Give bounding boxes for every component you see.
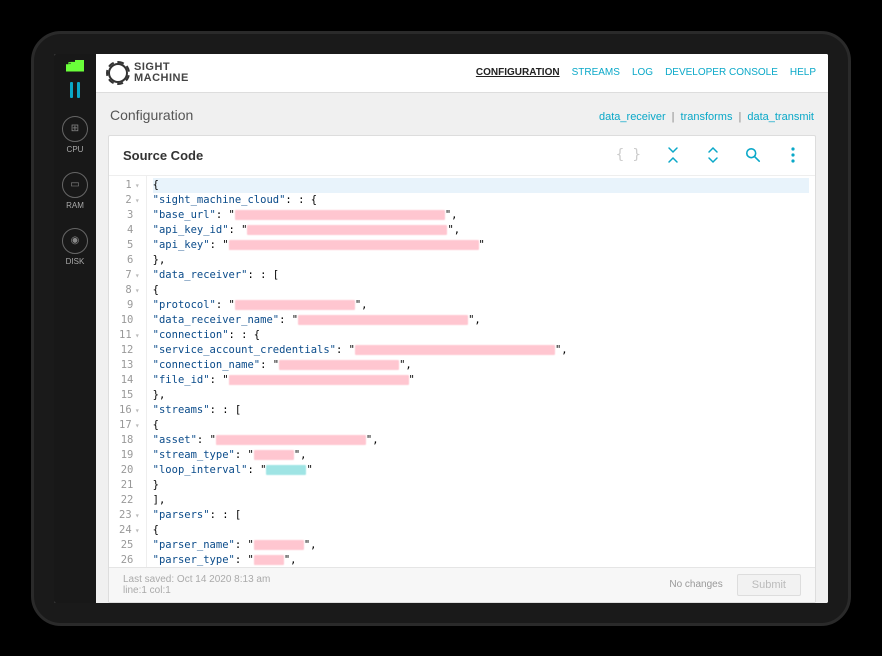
braces-icon[interactable]: { }	[616, 147, 641, 163]
cpu-icon: ⊞	[62, 116, 88, 142]
subnav-data_transmit[interactable]: data_transmit	[747, 111, 814, 123]
code-body[interactable]: { "sight_machine_cloud": : { "base_url":…	[147, 176, 815, 567]
footer-left: Last saved: Oct 14 2020 8:13 am line:1 c…	[123, 574, 270, 596]
search-icon[interactable]	[745, 147, 761, 163]
ram-icon: ▭	[62, 172, 88, 198]
ram-label: RAM	[66, 201, 84, 210]
source-card: Source Code { }	[108, 135, 816, 603]
card-header: Source Code { }	[109, 136, 815, 176]
collapse-icon[interactable]	[665, 147, 681, 163]
card-toolbar: { }	[616, 147, 801, 163]
line-gutter: 1▾ 2▾ 3 4 5 6 7▾ 8▾ 9 10 11▾12 13 14 15 …	[109, 176, 147, 567]
app-window: FTX ⊞ CPU ▭ RAM ◉ DISK SIGHT MACHINE CONFIGUR…	[54, 54, 828, 603]
nav-configuration[interactable]: CONFIGURATION	[476, 67, 560, 78]
cursor-pos: line:1 col:1	[123, 585, 270, 596]
disk-icon: ◉	[62, 228, 88, 254]
submit-button[interactable]: Submit	[737, 574, 801, 596]
nav-developer-console[interactable]: DEVELOPER CONSOLE	[665, 67, 778, 78]
pause-icon[interactable]	[70, 82, 80, 98]
disk-label: DISK	[66, 257, 85, 266]
nav-log[interactable]: LOG	[632, 67, 653, 78]
metric-cpu[interactable]: ⊞ CPU	[62, 116, 88, 154]
cpu-label: CPU	[67, 145, 84, 154]
sub-nav: data_receiver|transforms|data_transmit	[599, 111, 814, 123]
card-footer: Last saved: Oct 14 2020 8:13 am line:1 c…	[109, 567, 815, 602]
nav-help[interactable]: HELP	[790, 67, 816, 78]
topbar: SIGHT MACHINE CONFIGURATION STREAMS LOG DEV…	[96, 54, 828, 94]
subnav-data_receiver[interactable]: data_receiver	[599, 111, 666, 123]
gear-icon	[108, 63, 128, 83]
last-saved: Last saved: Oct 14 2020 8:13 am	[123, 574, 270, 585]
metric-disk[interactable]: ◉ DISK	[62, 228, 88, 266]
brand-logo[interactable]: SIGHT MACHINE	[108, 62, 189, 84]
expand-icon[interactable]	[705, 147, 721, 163]
left-rail: FTX ⊞ CPU ▭ RAM ◉ DISK	[54, 54, 96, 603]
nav-streams[interactable]: STREAMS	[572, 67, 620, 78]
tablet-frame: FTX ⊞ CPU ▭ RAM ◉ DISK SIGHT MACHINE CONFIGUR…	[31, 31, 851, 626]
more-icon[interactable]	[785, 147, 801, 163]
metric-ram[interactable]: ▭ RAM	[62, 172, 88, 210]
subnav-transforms[interactable]: transforms	[681, 111, 733, 123]
page-title: Configuration	[110, 107, 193, 123]
change-status: No changes	[669, 579, 722, 590]
top-nav: CONFIGURATION STREAMS LOG DEVELOPER CONSOLE…	[476, 67, 816, 78]
brand-text: SIGHT MACHINE	[134, 62, 189, 84]
ftx-badge: FTX	[66, 60, 84, 72]
code-editor[interactable]: 1▾ 2▾ 3 4 5 6 7▾ 8▾ 9 10 11▾12 13 14 15 …	[109, 176, 815, 567]
sub-header: Configuration data_receiver|transforms|d…	[96, 93, 828, 129]
main-panel: SIGHT MACHINE CONFIGURATION STREAMS LOG DEV…	[96, 54, 828, 603]
card-title: Source Code	[123, 148, 203, 163]
